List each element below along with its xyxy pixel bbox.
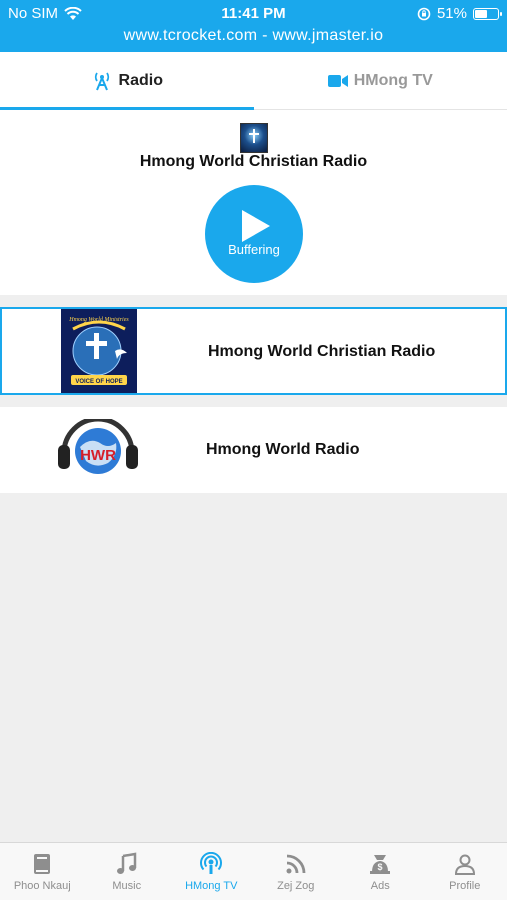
play-button[interactable]: Buffering — [205, 185, 303, 283]
station-item-christian-radio[interactable]: VOICE OF HOPE Hmong World Ministries Hmo… — [0, 307, 507, 395]
svg-text:HWR: HWR — [80, 447, 116, 464]
book-icon — [34, 854, 51, 874]
nav-label: Phoo Nkauj — [13, 880, 71, 892]
svg-text:$: $ — [378, 862, 383, 872]
station-logo-christian-radio: VOICE OF HOPE Hmong World Ministries — [61, 309, 137, 393]
nav-label: Music — [112, 880, 142, 892]
video-camera-icon — [327, 74, 348, 87]
bottom-nav: Phoo Nkauj Music HMong TV Zej Zog $ Ads … — [0, 842, 507, 900]
svg-text:VOICE OF HOPE: VOICE OF HOPE — [75, 379, 122, 385]
svg-text:Hmong World Ministries: Hmong World Ministries — [68, 317, 129, 323]
podcast-icon — [200, 852, 223, 874]
nav-label: Profile — [449, 880, 481, 892]
nav-item-music[interactable]: Music — [85, 843, 170, 900]
nav-item-hmong-tv[interactable]: HMong TV — [169, 843, 254, 900]
nav-item-ads[interactable]: $ Ads — [338, 843, 423, 900]
url-banner: www.tcrocket.com - www.jmaster.io — [123, 27, 384, 44]
nav-label: HMong TV — [185, 880, 238, 892]
buffering-label: Buffering — [228, 242, 280, 257]
now-playing-thumbnail — [240, 123, 268, 153]
tab-hmong-tv-label: HMong TV — [353, 71, 433, 89]
music-note-icon — [116, 852, 136, 874]
now-playing-title: Hmong World Christian Radio — [139, 153, 368, 170]
nav-item-phoo-nkauj[interactable]: Phoo Nkauj — [0, 843, 85, 900]
tab-radio[interactable]: Radio — [0, 52, 254, 110]
station-name: Hmong World Radio — [206, 441, 360, 458]
rss-icon — [286, 854, 306, 874]
tab-hmong-tv[interactable]: HMong TV — [254, 52, 507, 109]
radio-tower-icon — [94, 71, 109, 90]
play-icon — [242, 210, 270, 242]
nav-item-zej-zog[interactable]: Zej Zog — [254, 843, 339, 900]
nav-label: Ads — [370, 880, 390, 892]
status-bar: No SIM 11:41 PM 51% www.tcrocket.com - w… — [0, 0, 507, 52]
station-item-world-radio[interactable]: HWR Hmong World Radio — [0, 407, 507, 493]
battery-icon — [473, 7, 502, 20]
station-name: Hmong World Christian Radio — [208, 343, 436, 360]
battery-percent: 51% — [436, 5, 467, 22]
user-icon — [454, 854, 475, 875]
orientation-lock-icon — [417, 7, 431, 20]
top-tabs: Radio HMong TV — [0, 52, 507, 110]
nav-label: Zej Zog — [277, 880, 315, 892]
station-logo-world-radio: HWR — [56, 416, 140, 479]
tab-radio-label: Radio — [118, 71, 163, 89]
nav-item-profile[interactable]: Profile — [423, 843, 507, 900]
now-playing-panel: Hmong World Christian Radio Buffering — [0, 110, 507, 295]
money-bag-icon: $ — [370, 855, 391, 874]
